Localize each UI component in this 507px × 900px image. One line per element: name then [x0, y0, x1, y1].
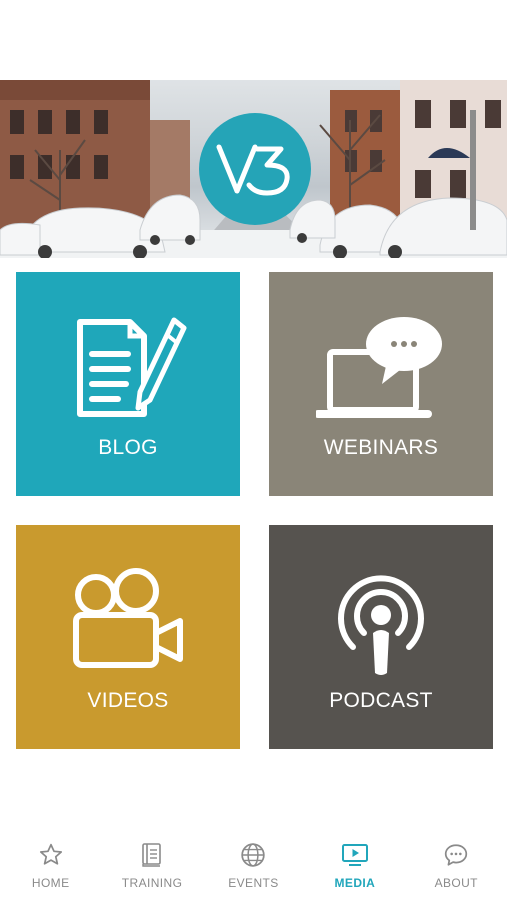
tab-events[interactable]: EVENTS: [208, 840, 298, 890]
videos-tile[interactable]: VIDEOS: [16, 525, 240, 749]
v3-logo: [199, 113, 311, 225]
tab-about[interactable]: ABOUT: [411, 840, 501, 890]
v3-logo-mark: [216, 144, 290, 196]
play-screen-icon: [341, 840, 369, 870]
blog-tile[interactable]: BLOG: [16, 272, 240, 496]
tab-about-label: ABOUT: [434, 876, 478, 890]
webinars-tile[interactable]: WEBINARS: [269, 272, 493, 496]
tab-home-label: HOME: [31, 876, 70, 890]
videos-label: VIDEOS: [87, 689, 169, 712]
blog-label: BLOG: [98, 436, 158, 459]
hero-banner: [0, 80, 507, 258]
tab-training-label: TRAINING: [121, 876, 183, 890]
star-icon: [38, 840, 64, 870]
globe-icon: [240, 840, 266, 870]
media-screen: BLOG WEBINARS VIDEOS PODCAST HOME TRAINI…: [0, 0, 507, 900]
podcast-tile[interactable]: PODCAST: [269, 525, 493, 749]
podcast-label: PODCAST: [329, 689, 433, 712]
tab-media-label: MEDIA: [334, 876, 376, 890]
tab-events-label: EVENTS: [228, 876, 279, 890]
podcast-icon: [331, 567, 431, 684]
tab-training[interactable]: TRAINING: [107, 840, 197, 890]
tab-home[interactable]: HOME: [6, 840, 96, 890]
bottom-tab-bar: HOME TRAINING EVENTS MEDIA ABOUT: [0, 840, 507, 900]
webinars-label: WEBINARS: [323, 436, 439, 459]
video-camera-icon: [68, 567, 188, 682]
tab-media[interactable]: MEDIA: [310, 840, 400, 890]
document-pencil-icon: [68, 314, 188, 429]
laptop-chat-icon: [314, 314, 446, 431]
book-icon: [140, 840, 164, 870]
chat-bubble-icon: [443, 840, 469, 870]
